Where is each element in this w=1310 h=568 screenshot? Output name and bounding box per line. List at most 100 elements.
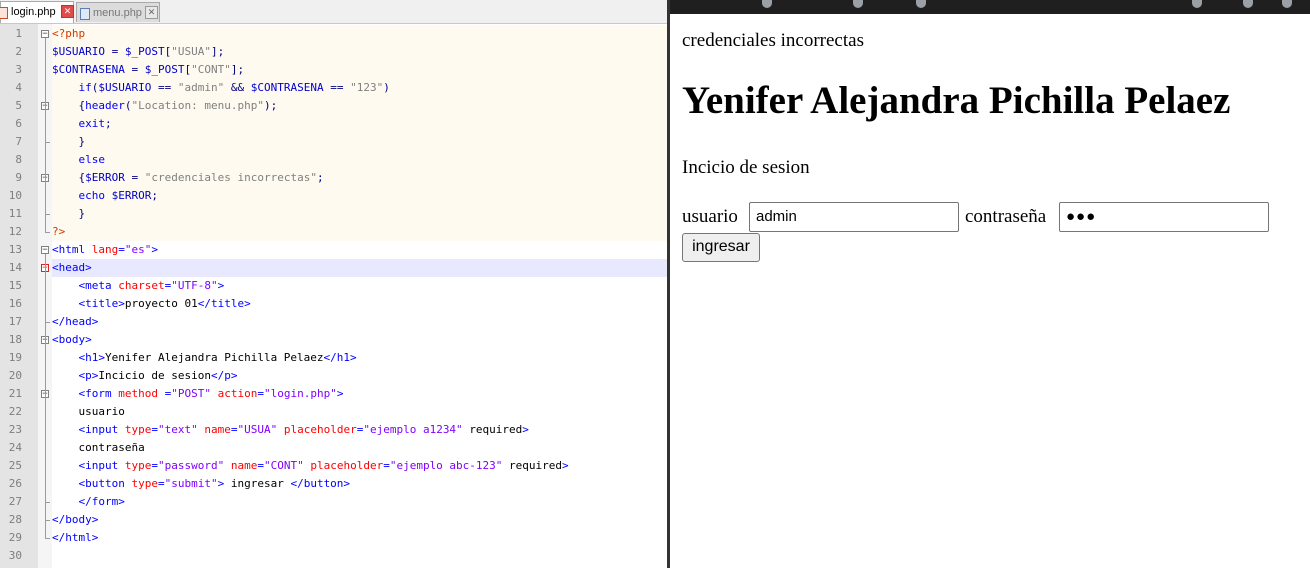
code-area[interactable]: <?php $USUARIO = $_POST["USUA"]; $CONTRASE… [52,24,667,568]
code-line[interactable]: usuario [52,403,667,421]
code-token: </body> [52,513,99,526]
code-token: } [78,207,86,220]
code-line[interactable]: $CONTRASENA = $_POST["CONT"]; [52,61,667,79]
code-line[interactable]: } [52,133,667,151]
fold-end-marker [45,538,50,539]
code-line[interactable]: <title>proyecto 01</title> [52,295,667,313]
line-number: 21 [8,387,22,400]
code-token: "credenciales incorrectas" [144,171,317,184]
line-number: 14 [8,261,22,274]
code-token: required [509,459,563,472]
code-line[interactable]: </form> [52,493,667,511]
code-token: ]; [210,45,225,58]
code-line[interactable]: </body> [52,511,667,529]
code-token: "text" [157,423,198,436]
code-token: </p> [210,369,238,382]
tab-login-php[interactable]: login.php ✕ [0,1,74,23]
code-line[interactable]: <?php [52,25,667,43]
fold-toggle-icon[interactable]: − [41,246,49,255]
code-token: "123" [350,81,384,94]
tab-close-icon[interactable]: ✕ [61,5,74,18]
code-line[interactable]: {header("Location: menu.php"); [52,97,667,115]
code-line[interactable]: <input type="text" name="USUA" placehold… [52,421,667,439]
line-number: 16 [8,297,22,310]
code-line[interactable]: <p>Incicio de sesion</p> [52,367,667,385]
code-token: = [151,459,158,472]
code-line[interactable]: <body> [52,331,667,349]
file-icon [80,8,90,20]
code-line[interactable]: {$ERROR = "credenciales incorrectas"; [52,169,667,187]
code-token: </head> [52,315,99,328]
code-line[interactable]: <button type="submit"> ingresar </button… [52,475,667,493]
code-token: </button> [283,477,351,490]
code-line[interactable]: <form method ="POST" action="login.php"> [52,385,667,403]
code-line[interactable]: if($USUARIO == "admin" && $CONTRASENA ==… [52,79,667,97]
code-line[interactable]: </html> [52,529,667,547]
code-line[interactable] [52,547,667,565]
password-input[interactable]: ●●● [1059,202,1269,232]
code-token: "ejemplo a1234" [363,423,463,436]
toolbar-icon[interactable] [1243,0,1253,8]
code-token: = [158,387,172,400]
code-line[interactable]: <html lang="es"> [52,241,667,259]
tab-label: menu.php [93,7,142,19]
code-token: "USUA" [171,45,211,58]
code-token: action [217,387,258,400]
code-token: > [522,423,529,436]
submit-button[interactable]: ingresar [682,233,760,262]
code-line[interactable]: else [52,151,667,169]
code-line[interactable]: $USUARIO = $_POST["USUA"]; [52,43,667,61]
code-line[interactable]: exit; [52,115,667,133]
code-token: "POST" [171,387,211,400]
code-line[interactable]: echo $ERROR; [52,187,667,205]
code-token: $CONTRASENA [52,63,125,76]
code-token: ingresar [230,477,284,490]
code-token: ; [151,189,158,202]
code-editor[interactable]: login.php ✕ menu.php ✕ 1 2 3 4 5 6 7 8 9 10 11 12 13… [0,0,667,568]
code-token: contraseña [78,441,145,454]
code-line[interactable]: } [52,205,667,223]
code-line[interactable]: </head> [52,313,667,331]
code-line[interactable]: contraseña [52,439,667,457]
username-label: usuario [682,206,738,227]
code-token: charset [118,279,165,292]
fold-end-marker [45,232,50,233]
code-token: $USUARIO [98,81,152,94]
code-token: name [230,459,258,472]
toolbar-icon[interactable] [1282,0,1292,8]
code-token: <h1> [78,351,106,364]
tab-menu-php[interactable]: menu.php ✕ [76,2,160,22]
code-token: "USUA" [237,423,278,436]
code-token: <?php [52,27,86,40]
browser-window: credenciales incorrectas Yenifer Alejand… [670,0,1310,568]
code-token: <meta [78,279,119,292]
code-token: = [124,171,145,184]
fold-toggle-icon[interactable]: − [41,30,49,39]
toolbar-icon[interactable] [853,0,863,8]
code-token: type [124,459,152,472]
username-input[interactable]: admin [749,202,959,232]
toolbar-icon[interactable] [762,0,772,8]
code-line[interactable]: <h1>Yenifer Alejandra Pichilla Pelaez</h… [52,349,667,367]
code-token: </form> [78,495,125,508]
code-token: <input [78,423,125,436]
code-token: name [204,423,231,436]
code-line[interactable]: <meta charset="UTF-8"> [52,277,667,295]
toolbar-icon[interactable] [916,0,926,8]
code-line[interactable]: <input type="password" name="CONT" place… [52,457,667,475]
line-number: 19 [8,351,22,364]
line-number: 11 [8,207,22,220]
code-token: $_POST [124,45,165,58]
tab-close-icon[interactable]: ✕ [145,6,158,19]
editor-tab-bar: login.php ✕ menu.php ✕ [0,0,667,24]
code-token: = [151,423,158,436]
code-line[interactable]: ?> [52,223,667,241]
code-line[interactable]: <head> [52,259,667,277]
toolbar-icon[interactable] [1192,0,1202,8]
code-token: type [131,477,158,490]
